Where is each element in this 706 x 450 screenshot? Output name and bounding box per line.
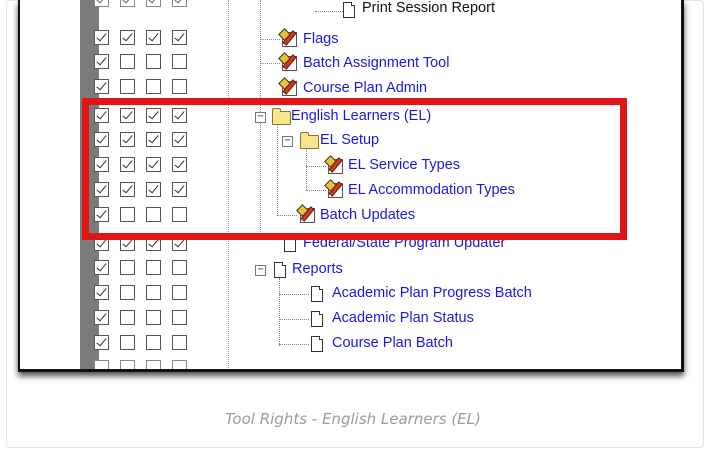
tree-item-course-plan-batch[interactable]: Course Plan Batch xyxy=(332,334,453,352)
doc-icon xyxy=(311,311,323,327)
tree-connector xyxy=(279,344,309,345)
checkbox-add[interactable] xyxy=(146,310,161,325)
doc-icon xyxy=(311,286,323,302)
checkbox-write[interactable] xyxy=(120,79,135,94)
doc-icon xyxy=(311,336,323,352)
checkbox-read[interactable] xyxy=(94,0,109,7)
checkbox-delete[interactable] xyxy=(172,30,187,45)
checkbox-delete[interactable] xyxy=(172,360,187,369)
edit-icon xyxy=(282,56,297,71)
edit-icon xyxy=(282,81,297,96)
tree-item-print-session-report[interactable]: Print Session Report xyxy=(362,0,495,17)
checkbox-write[interactable] xyxy=(120,0,135,7)
doc-icon xyxy=(343,2,355,18)
checkbox-delete[interactable] xyxy=(172,335,187,350)
checkbox-read[interactable] xyxy=(94,30,109,45)
highlight-box xyxy=(82,98,627,240)
checkbox-delete[interactable] xyxy=(172,54,187,69)
checkbox-read[interactable] xyxy=(94,360,109,369)
checkbox-add[interactable] xyxy=(146,79,161,94)
checkbox-write[interactable] xyxy=(120,260,135,275)
checkbox-add[interactable] xyxy=(146,260,161,275)
screenshot-panel: Print Session Report Flags Batch Assignm… xyxy=(18,0,684,372)
checkbox-add[interactable] xyxy=(146,285,161,300)
checkbox-read[interactable] xyxy=(94,285,109,300)
tree-item-batch-assignment-tool[interactable]: Batch Assignment Tool xyxy=(303,54,449,72)
checkbox-add[interactable] xyxy=(146,54,161,69)
checkbox-delete[interactable] xyxy=(172,79,187,94)
edit-icon xyxy=(282,32,297,47)
checkbox-read[interactable] xyxy=(94,79,109,94)
tree-item-reports[interactable]: Reports xyxy=(292,260,343,278)
checkbox-write[interactable] xyxy=(120,310,135,325)
checkbox-delete[interactable] xyxy=(172,285,187,300)
tree-connector xyxy=(279,278,280,346)
checkbox-add[interactable] xyxy=(146,335,161,350)
checkbox-write[interactable] xyxy=(120,360,135,369)
checkbox-delete[interactable] xyxy=(172,260,187,275)
tree-item-course-plan-admin[interactable]: Course Plan Admin xyxy=(303,79,427,97)
checkbox-read[interactable] xyxy=(94,260,109,275)
tree-connector xyxy=(260,63,280,64)
checkbox-delete[interactable] xyxy=(172,0,187,7)
tree-connector xyxy=(279,294,309,295)
checkbox-write[interactable] xyxy=(120,285,135,300)
checkbox-read[interactable] xyxy=(94,54,109,69)
figure-caption: Tool Rights - English Learners (EL) xyxy=(225,410,481,428)
checkbox-write[interactable] xyxy=(120,335,135,350)
checkbox-add[interactable] xyxy=(146,0,161,7)
checkbox-add[interactable] xyxy=(146,360,161,369)
checkbox-read[interactable] xyxy=(94,335,109,350)
doc-icon xyxy=(274,262,286,278)
checkbox-write[interactable] xyxy=(120,30,135,45)
collapse-toggle[interactable]: − xyxy=(255,265,266,276)
tree-connector xyxy=(315,11,343,12)
tree-item-academic-plan-status[interactable]: Academic Plan Status xyxy=(332,309,474,327)
tree-connector xyxy=(260,39,280,40)
tree-item-flags[interactable]: Flags xyxy=(303,30,338,48)
tree-connector xyxy=(279,319,309,320)
checkbox-read[interactable] xyxy=(94,310,109,325)
checkbox-delete[interactable] xyxy=(172,310,187,325)
checkbox-write[interactable] xyxy=(120,54,135,69)
tree-item-academic-plan-progress-batch[interactable]: Academic Plan Progress Batch xyxy=(332,284,532,302)
checkbox-add[interactable] xyxy=(146,30,161,45)
